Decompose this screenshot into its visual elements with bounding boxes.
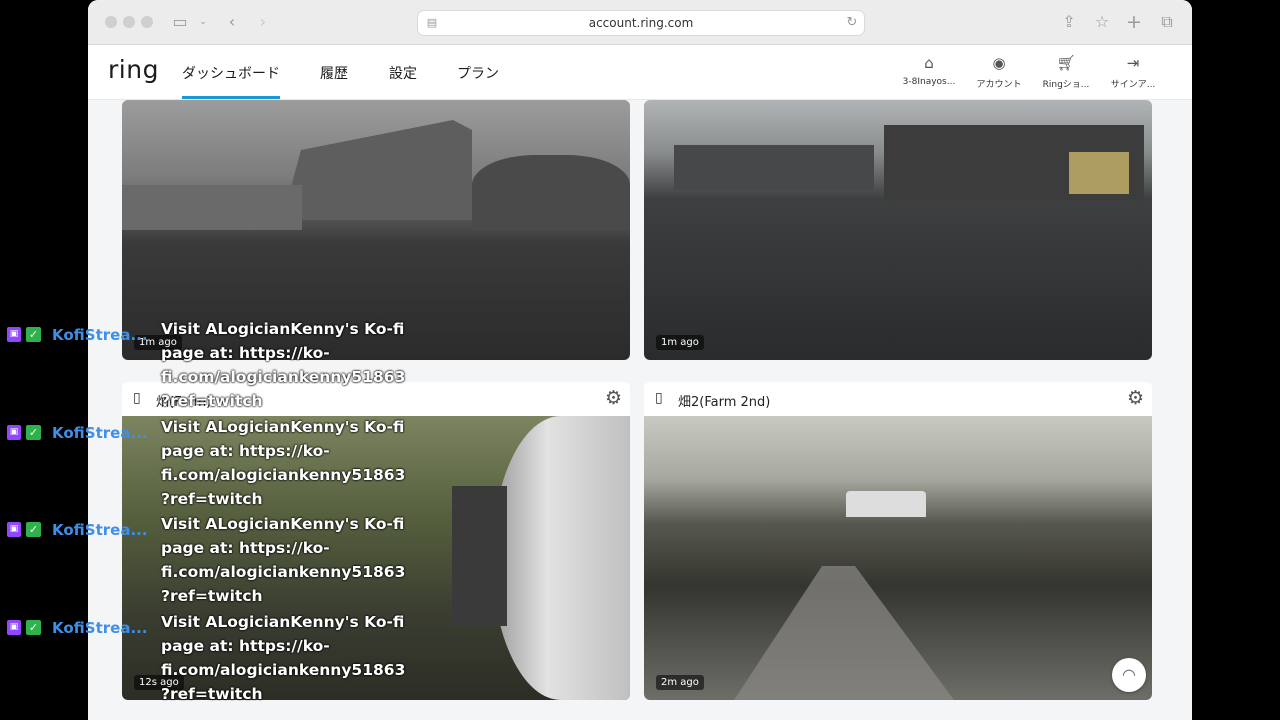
gear-icon[interactable]: ⚙	[605, 387, 622, 409]
lit-window-shape	[1069, 152, 1129, 194]
twitch-icon: ▣	[7, 327, 21, 342]
location-button[interactable]: ⌂ 3-8Inayos...	[897, 53, 961, 87]
camera-header: ▯ 畑2(Farm 2nd) ⚙	[644, 382, 1152, 416]
twitch-icon: ▣	[7, 620, 21, 635]
ring-shop-button[interactable]: 🛒︎ Ringショ...	[1034, 53, 1098, 90]
buildings-shape	[674, 145, 874, 190]
checkmark-icon: ✓	[26, 620, 41, 635]
back-icon[interactable]: ‹	[220, 12, 244, 32]
new-tab-icon[interactable]: +	[1122, 12, 1146, 32]
path-shape	[734, 566, 954, 700]
wifi-icon: ◠	[1122, 665, 1136, 684]
browser-toolbar: ▭ ⌄ ‹ › ▤ account.ring.com ↻ ⇪ ☆ + ⧉	[88, 0, 1192, 45]
sidebar-icon[interactable]: ▭	[168, 12, 192, 32]
chat-username: KofiStrea...	[52, 326, 148, 344]
chevron-down-icon[interactable]: ⌄	[191, 12, 215, 32]
cart-icon: 🛒︎	[1056, 54, 1076, 72]
reload-icon[interactable]: ↻	[840, 13, 864, 33]
url-text: account.ring.com	[588, 16, 694, 30]
sign-out-icon: ⇥	[1126, 54, 1140, 72]
twitch-icon: ▣	[7, 522, 21, 537]
tab-overview-icon[interactable]: ⧉	[1155, 12, 1179, 32]
camera-icon: ▯	[655, 390, 663, 406]
gear-icon[interactable]: ⚙	[1127, 387, 1144, 409]
ring-navbar: ring ダッシュボード 履歴 設定 プラン ⌂ 3-8Inayos... ◉ …	[88, 45, 1192, 100]
sign-out-button[interactable]: ⇥ サインア...	[1101, 53, 1165, 90]
wall-shape	[492, 416, 630, 700]
timestamp-badge: 2m ago	[656, 675, 704, 690]
checkmark-icon: ✓	[26, 522, 41, 537]
location-label: 3-8Inayos...	[902, 77, 956, 87]
close-window-button[interactable]	[105, 16, 117, 28]
account-label: アカウント	[976, 80, 1022, 90]
chat-message: Visit ALogicianKenny's Ko-fi page at: ht…	[161, 418, 406, 508]
bushes-shape	[472, 155, 630, 230]
minimize-window-button[interactable]	[123, 16, 135, 28]
chat-username: KofiStrea...	[52, 521, 148, 539]
tab-history[interactable]: 履歴	[320, 63, 348, 83]
zoom-window-button[interactable]	[141, 16, 153, 28]
timestamp-badge: 1m ago	[656, 335, 704, 350]
tab-dashboard[interactable]: ダッシュボード	[182, 63, 280, 99]
account-icon: ◉	[992, 54, 1006, 72]
shop-label: Ringショ...	[1042, 80, 1090, 90]
share-icon[interactable]: ⇪	[1057, 12, 1081, 32]
twitch-icon: ▣	[7, 425, 21, 440]
camera-icon: ▯	[133, 390, 141, 406]
house-shape	[122, 185, 302, 230]
chat-username: KofiStrea...	[52, 619, 148, 637]
home-icon: ⌂	[924, 54, 934, 72]
wifi-status-button[interactable]: ◠	[1112, 658, 1146, 692]
greenhouse-shape	[846, 491, 926, 517]
tab-plan[interactable]: プラン	[457, 63, 499, 83]
doorway-shape	[452, 486, 507, 626]
ring-logo[interactable]: ring	[108, 55, 159, 84]
chat-username: KofiStrea...	[52, 424, 148, 442]
address-bar[interactable]: ▤ account.ring.com ↻	[417, 10, 865, 36]
account-button[interactable]: ◉ アカウント	[967, 53, 1031, 90]
camera-card[interactable]: 1m ago	[644, 100, 1152, 360]
camera-card[interactable]: ▯ 畑2(Farm 2nd) ⚙ 2m ago ◠	[644, 382, 1152, 700]
camera-name: 畑2(Farm 2nd)	[678, 395, 771, 410]
chat-message: Visit ALogicianKenny's Ko-fi page at: ht…	[161, 613, 406, 703]
chat-message: Visit ALogicianKenny's Ko-fi page at: ht…	[161, 515, 406, 605]
checkmark-icon: ✓	[26, 327, 41, 342]
bookmark-star-icon[interactable]: ☆	[1090, 12, 1114, 32]
checkmark-icon: ✓	[26, 425, 41, 440]
tab-settings[interactable]: 設定	[389, 63, 417, 83]
sign-out-label: サインア...	[1110, 80, 1156, 90]
forward-icon[interactable]: ›	[251, 12, 275, 32]
camera-feed[interactable]: 2m ago ◠	[644, 416, 1152, 700]
chat-message: Visit ALogicianKenny's Ko-fi page at: ht…	[161, 320, 406, 410]
camera-feed[interactable]: 1m ago	[644, 100, 1152, 360]
carport-shape	[282, 120, 472, 220]
